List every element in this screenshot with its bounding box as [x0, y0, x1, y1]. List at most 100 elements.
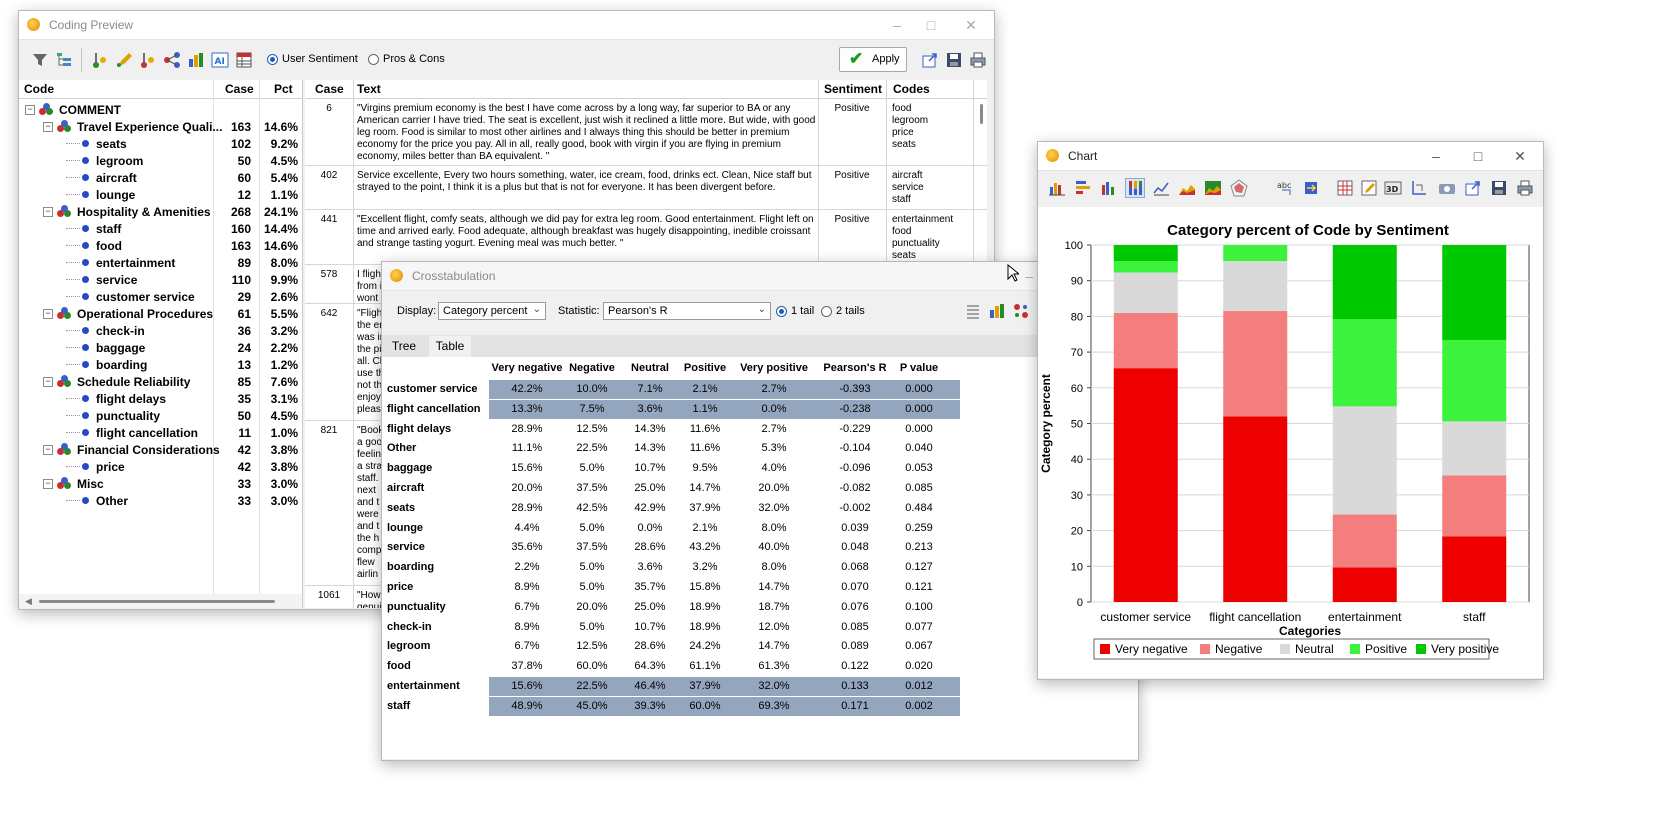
column-header[interactable]: Very positive — [734, 362, 814, 374]
crosstab-row[interactable]: price 8.9% 5.0% 35.7% 15.8% 14.7% 0.070 0.121 — [382, 578, 962, 597]
tree-row[interactable]: aircraft 60 5.4% — [19, 169, 302, 186]
crosstab-row[interactable]: flight delays 28.9% 12.5% 14.3% 11.6% 2.7% -0.… — [382, 420, 962, 439]
code-tree[interactable]: Code Case Pct − COMMENT − Travel Experience… — [19, 80, 303, 608]
export-icon[interactable] — [1464, 179, 1482, 197]
tree-row[interactable]: − Operational Procedures 61 5.5% — [19, 305, 302, 322]
text-row[interactable]: 6 "Virgins premium economy is the best I … — [305, 99, 987, 166]
tree-row[interactable]: flight delays 35 3.1% — [19, 390, 302, 407]
list-view-icon[interactable] — [964, 302, 982, 320]
print-icon[interactable] — [969, 51, 987, 69]
minimize-button[interactable]: – — [880, 14, 914, 36]
coding-preview-titlebar[interactable]: Coding Preview – □ ✕ — [19, 11, 994, 40]
tree-row[interactable]: baggage 24 2.2% — [19, 339, 302, 356]
codes-header[interactable]: Codes — [893, 82, 930, 96]
tree-row[interactable]: punctuality 50 4.5% — [19, 407, 302, 424]
text-row[interactable]: 402 Service excellente, Every two hours s… — [305, 166, 987, 210]
crosstab-row[interactable]: service 35.6% 37.5% 28.6% 43.2% 40.0% 0.048 0.2… — [382, 538, 962, 557]
collapse-toggle-icon[interactable]: − — [43, 309, 53, 319]
crosstab-row[interactable]: seats 28.9% 42.5% 42.9% 37.9% 32.0% -0.002 0.48… — [382, 499, 962, 518]
collapse-toggle-icon[interactable]: − — [43, 445, 53, 455]
crosstab-row[interactable]: flight cancellation 13.3% 7.5% 3.6% 1.1% 0.0%… — [382, 399, 962, 419]
tree-view-icon[interactable] — [55, 51, 73, 69]
tree-row[interactable]: food 163 14.6% — [19, 237, 302, 254]
minimize-button[interactable]: – — [1419, 145, 1453, 167]
crosstab-row[interactable]: food 37.8% 60.0% 64.3% 61.1% 61.3% 0.122 0.020 — [382, 657, 962, 676]
tree-row[interactable]: seats 102 9.2% — [19, 135, 302, 152]
pros-cons-radio[interactable]: Pros & Cons — [368, 53, 445, 65]
chart-titlebar[interactable]: Chart – □ ✕ — [1038, 142, 1543, 171]
tree-row[interactable]: lounge 12 1.1% — [19, 186, 302, 203]
chart-icon[interactable] — [988, 302, 1006, 320]
crosstab-row[interactable]: aircraft 20.0% 37.5% 25.0% 14.7% 20.0% -0.082 0… — [382, 479, 962, 498]
tree-row[interactable]: − COMMENT — [19, 101, 302, 118]
maximize-button[interactable]: □ — [1461, 145, 1495, 167]
chart-icon[interactable] — [187, 51, 205, 69]
tree-row[interactable]: Other 33 3.0% — [19, 492, 302, 509]
column-header[interactable]: Pearson's R — [817, 362, 893, 374]
tree-row[interactable]: boarding 13 1.2% — [19, 356, 302, 373]
ai-icon[interactable]: AI — [211, 51, 229, 69]
crosstab-titlebar[interactable]: Crosstabulation – — [382, 262, 1138, 291]
table-icon[interactable] — [235, 51, 253, 69]
tree-row[interactable]: price 42 3.8% — [19, 458, 302, 475]
case-column-header[interactable]: Case — [225, 82, 254, 96]
collapse-toggle-icon[interactable]: − — [25, 105, 35, 115]
axis-icon[interactable] — [1410, 179, 1428, 197]
display-select[interactable]: Category percent ⌄ — [438, 302, 546, 320]
tree-row[interactable]: − Financial Considerations 42 3.8% — [19, 441, 302, 458]
statistic-select[interactable]: Pearson's R ⌄ — [603, 302, 771, 320]
labels-icon[interactable]: abc — [1276, 179, 1294, 197]
vertical-scrollbar[interactable] — [980, 104, 983, 124]
crosstab-row[interactable]: entertainment 15.6% 22.5% 46.4% 37.9% 32.0% 0.… — [382, 677, 962, 696]
save-icon[interactable] — [945, 51, 963, 69]
stacked-bar-icon[interactable] — [1125, 178, 1145, 198]
column-header[interactable]: P value — [895, 362, 943, 374]
save-icon[interactable] — [1490, 179, 1508, 197]
tree-row[interactable]: entertainment 89 8.0% — [19, 254, 302, 271]
tree-row[interactable]: staff 160 14.4% — [19, 220, 302, 237]
tree-row[interactable]: check-in 36 3.2% — [19, 322, 302, 339]
tree-row[interactable]: service 110 9.9% — [19, 271, 302, 288]
tree-row[interactable]: customer service 29 2.6% — [19, 288, 302, 305]
close-button[interactable]: ✕ — [954, 14, 988, 36]
export-icon[interactable] — [921, 51, 939, 69]
line-chart-icon[interactable] — [1152, 179, 1170, 197]
code-delete-icon[interactable] — [139, 51, 157, 69]
column-header[interactable]: Very negative — [489, 362, 565, 374]
swap-axes-icon[interactable] — [1302, 179, 1320, 197]
collapse-toggle-icon[interactable]: − — [43, 377, 53, 387]
code-add-icon[interactable] — [91, 51, 109, 69]
pct-column-header[interactable]: Pct — [274, 82, 293, 96]
column-header[interactable]: Positive — [678, 362, 732, 374]
code-link-icon[interactable] — [163, 51, 181, 69]
two-tails-radio[interactable]: 2 tails — [821, 305, 865, 317]
tree-row[interactable]: legroom 50 4.5% — [19, 152, 302, 169]
crosstab-row[interactable]: customer service 42.2% 10.0% 7.1% 2.1% 2.7% -0… — [382, 380, 962, 399]
grouped-bar-icon[interactable] — [1100, 179, 1118, 197]
close-button[interactable]: ✕ — [1503, 145, 1537, 167]
one-tail-radio[interactable]: 1 tail — [776, 305, 814, 317]
maximize-button[interactable]: □ — [914, 14, 948, 36]
crosstab-row[interactable]: Other 11.1% 22.5% 14.3% 11.6% 5.3% -0.104 0.040 — [382, 439, 962, 458]
tree-row[interactable]: − Hospitality & Amenities 268 24.1% — [19, 203, 302, 220]
crosstab-row[interactable]: check-in 8.9% 5.0% 10.7% 18.9% 12.0% 0.085 0.07… — [382, 618, 962, 637]
3d-icon[interactable]: 3D — [1384, 179, 1402, 197]
horizontal-scrollbar[interactable]: ◀ — [19, 594, 302, 608]
bar-chart-icon[interactable] — [1048, 179, 1066, 197]
tab-table[interactable]: Table — [429, 336, 471, 357]
column-header[interactable]: Neutral — [622, 362, 678, 374]
crosstab-row[interactable]: lounge 4.4% 5.0% 0.0% 2.1% 8.0% 0.039 0.259 — [382, 519, 962, 538]
crosstab-row[interactable]: baggage 15.6% 5.0% 10.7% 9.5% 4.0% -0.096 0.053 — [382, 459, 962, 478]
tree-row[interactable]: − Travel Experience Quali... 163 14.6% — [19, 118, 302, 135]
text-row[interactable]: 441 "Excellent flight, comfy seats, altho… — [305, 210, 987, 265]
filter-icon[interactable] — [31, 51, 49, 69]
stacked-area-icon[interactable] — [1204, 179, 1222, 197]
print-icon[interactable] — [1516, 179, 1534, 197]
tab-tree[interactable]: Tree — [386, 336, 422, 356]
edit-chart-icon[interactable] — [1360, 179, 1378, 197]
apply-button[interactable]: ✔ Apply — [839, 47, 907, 72]
crosstab-row[interactable]: boarding 2.2% 5.0% 3.6% 3.2% 8.0% 0.068 0.127 — [382, 558, 962, 577]
code-column-header[interactable]: Code — [24, 82, 54, 96]
crosstab-row[interactable]: staff 48.9% 45.0% 39.3% 60.0% 69.3% 0.171 0.002 — [382, 696, 962, 716]
radar-chart-icon[interactable] — [1230, 179, 1248, 197]
